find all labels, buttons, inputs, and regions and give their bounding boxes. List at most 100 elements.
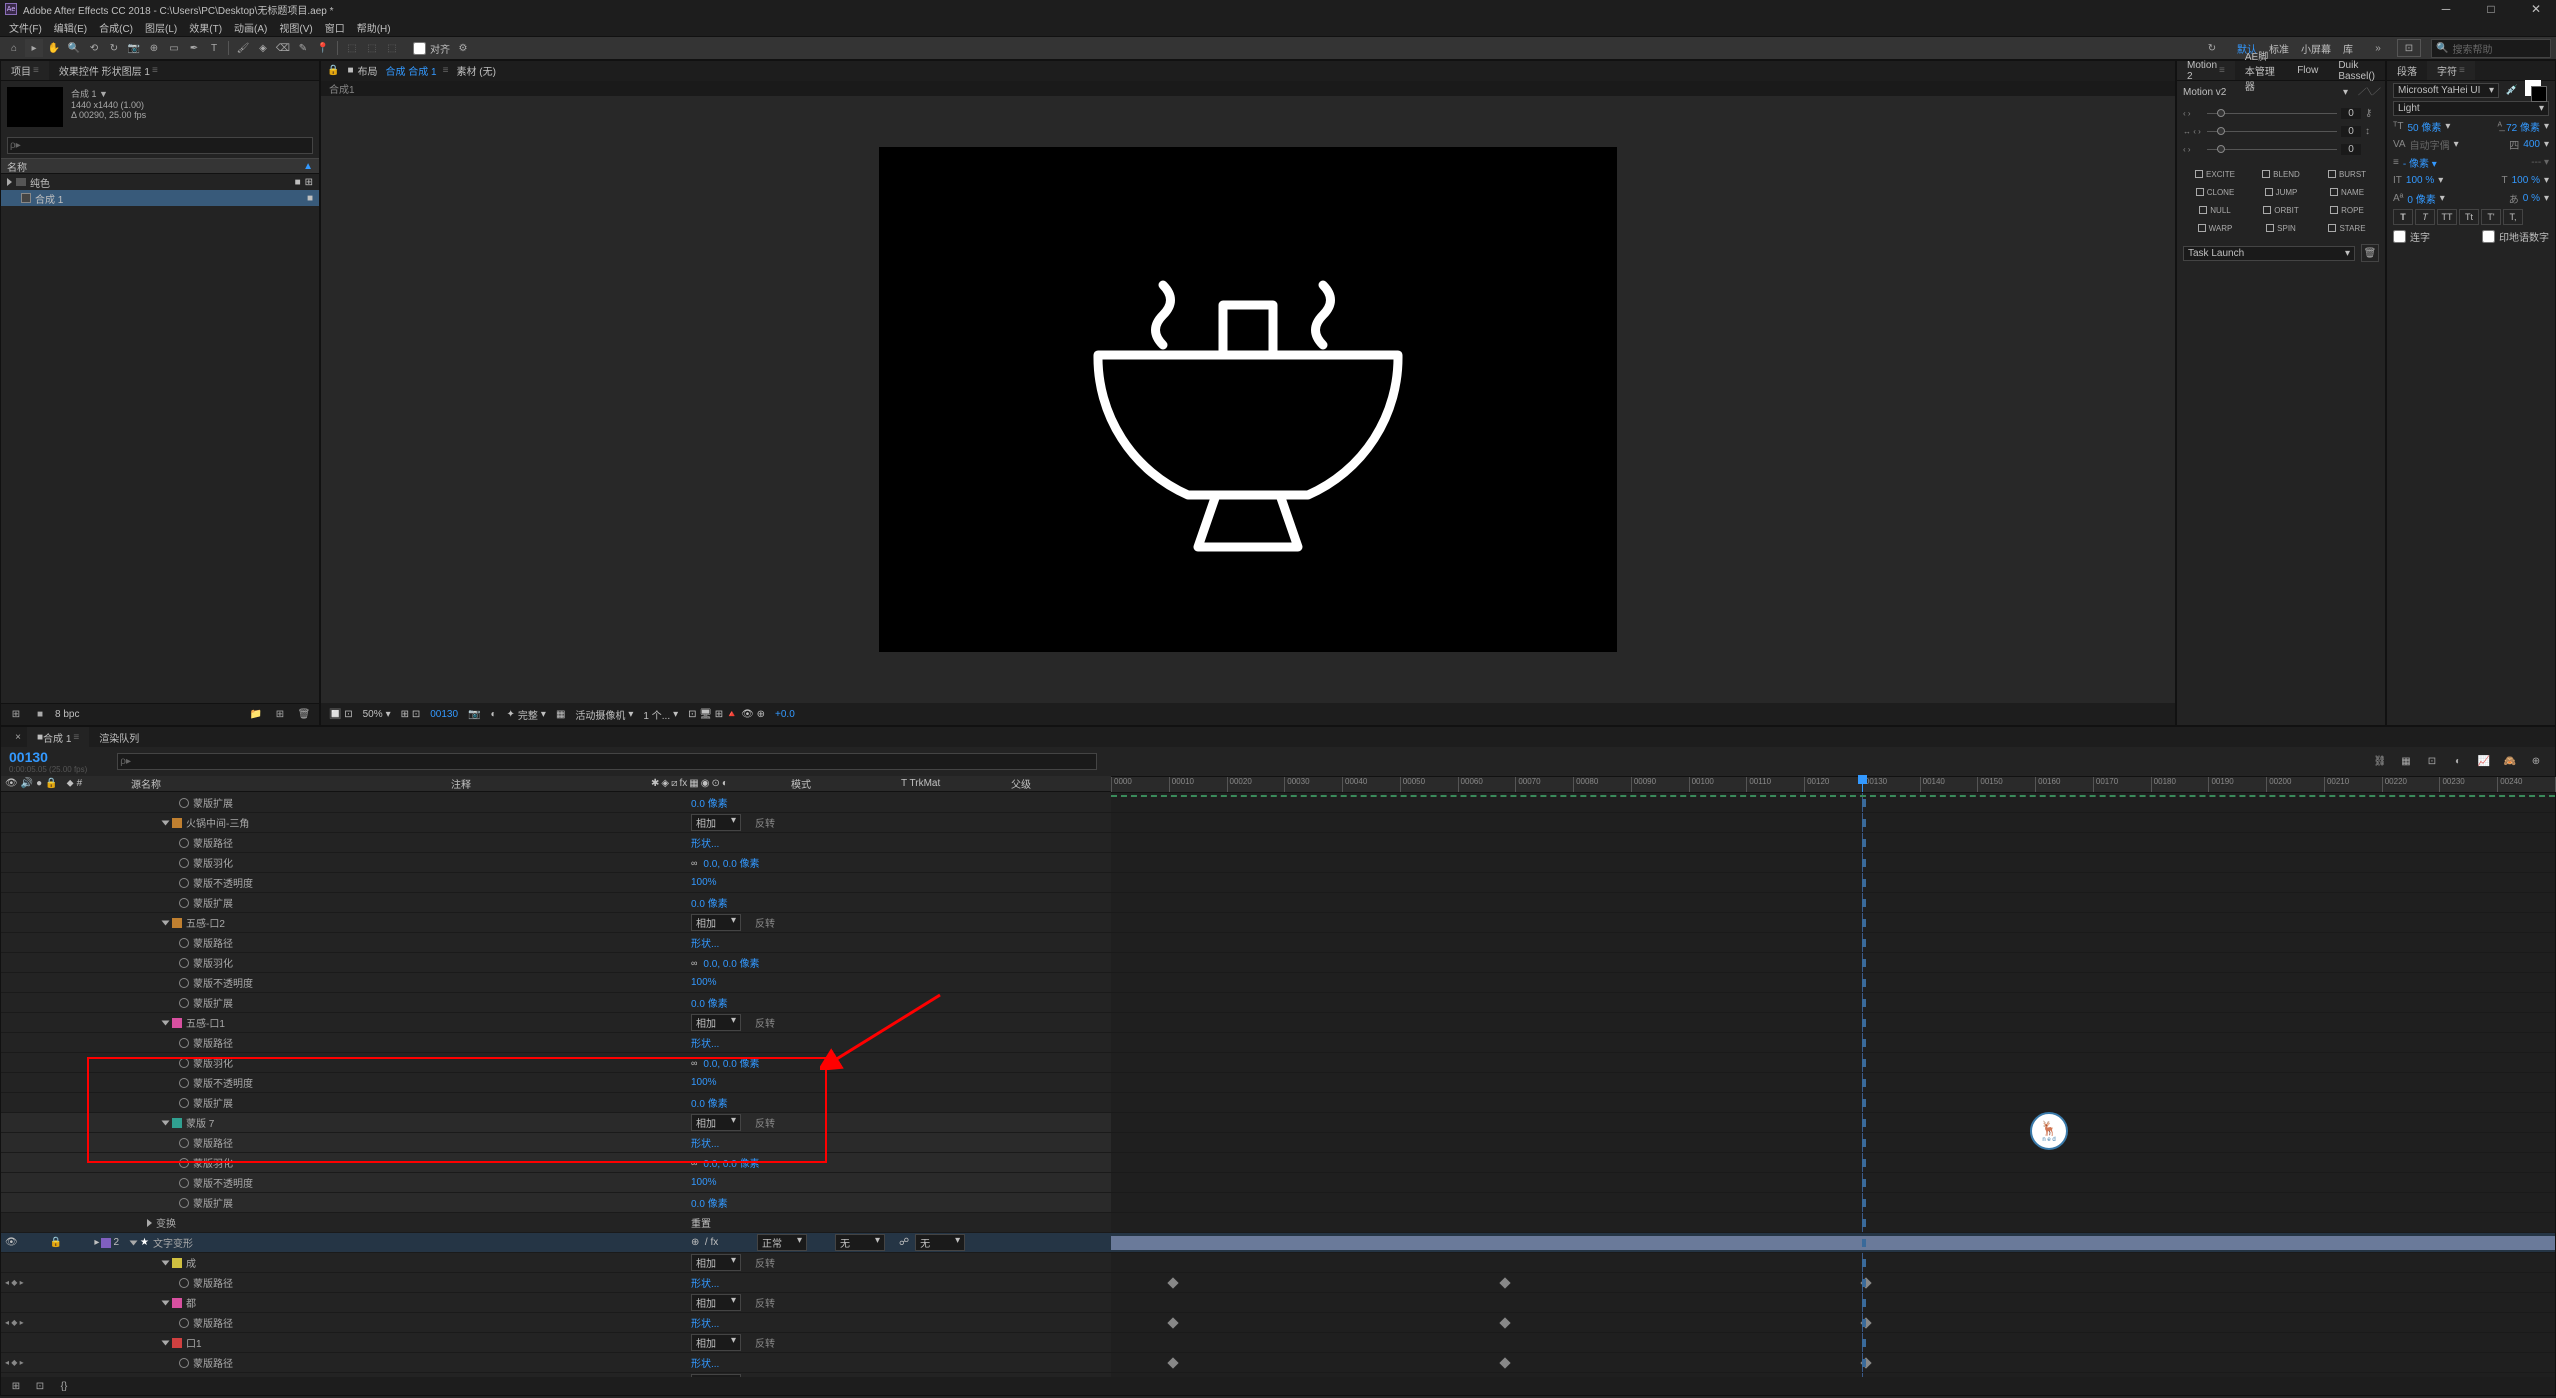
ligature-checkbox[interactable] (2393, 230, 2406, 243)
tab-comp-viewer[interactable]: 合成 合成 1 ≡ (386, 63, 449, 78)
track-row[interactable] (1111, 953, 2555, 973)
track-row[interactable] (1111, 913, 2555, 933)
property-value[interactable]: 形状... (691, 1135, 719, 1150)
camera-tool[interactable]: 📷 (125, 39, 143, 57)
faux-btn-1[interactable]: T (2415, 209, 2435, 225)
property-value[interactable]: 形状... (691, 1315, 719, 1330)
task-delete-icon[interactable]: 🗑 (2361, 244, 2379, 262)
snapshot-icon[interactable]: 📷 (468, 709, 480, 720)
mask-mode-dropdown[interactable]: 相加▾ (691, 914, 741, 931)
tab-ae脚本管理器[interactable]: AE脚本管理器 (2235, 61, 2287, 80)
faux-btn-3[interactable]: Tt (2459, 209, 2479, 225)
motion-orbit[interactable]: ORBIT (2249, 202, 2313, 218)
layer-row[interactable]: 👁🔒▸2★文字变形⊕ / fx正常▾无▾☍无▾ (1, 1233, 1111, 1253)
menu-帮助[interactable]: 帮助(H) (353, 20, 395, 35)
property-value[interactable]: 100% (691, 977, 717, 988)
quality-dropdown[interactable]: ✦ 完整 ▾ (507, 707, 546, 722)
motion-null[interactable]: NULL (2183, 202, 2247, 218)
property-value[interactable]: 0.0 像素 (691, 895, 728, 910)
track-row[interactable] (1111, 1293, 2555, 1313)
property-row[interactable]: 蒙版不透明度100% (1, 973, 1111, 993)
track-row[interactable] (1111, 1173, 2555, 1193)
graph-editor-icon[interactable]: 📈 (2475, 753, 2493, 771)
track-row[interactable] (1111, 873, 2555, 893)
stroke-swatch[interactable] (2531, 86, 2547, 102)
menu-视图[interactable]: 视图(V) (275, 20, 316, 35)
property-row[interactable]: ◂ ◆ ▸蒙版路径形状... (1, 1353, 1111, 1373)
track-row[interactable] (1111, 1133, 2555, 1153)
menu-窗口[interactable]: 窗口 (321, 20, 349, 35)
faux-btn-5[interactable]: T, (2503, 209, 2523, 225)
track-row[interactable] (1111, 933, 2555, 953)
property-row[interactable]: 蒙版扩展0.0 像素 (1, 1093, 1111, 1113)
new-folder-icon[interactable]: 📁 (247, 706, 265, 724)
draft3d-icon[interactable]: ▦ (2397, 753, 2415, 771)
track-row[interactable] (1111, 973, 2555, 993)
mask-row[interactable]: 蒙版 7相加▾反转 (1, 1113, 1111, 1133)
resolution-icon[interactable]: ⊞ ⊡ (401, 709, 421, 720)
keyframe[interactable] (1499, 1357, 1510, 1368)
motion-warp[interactable]: WARP (2183, 220, 2247, 236)
tab-motion-2[interactable]: Motion 2≡ (2177, 61, 2235, 80)
view-options[interactable]: ⊡ 🖥 ⊞ 🔺 👁 ⊕ (688, 709, 765, 720)
puppet-tool[interactable]: 📍 (314, 39, 332, 57)
hindi-checkbox[interactable] (2482, 230, 2495, 243)
property-row[interactable]: 蒙版路径形状... (1, 933, 1111, 953)
local-axis[interactable]: ⬚ (343, 39, 361, 57)
leading-value[interactable]: 72 像素 (2506, 119, 2540, 134)
motion-excite[interactable]: EXCITE (2183, 166, 2247, 182)
property-value[interactable]: 0.0 像素 (691, 1095, 728, 1110)
mask-mode-dropdown[interactable]: 相加▾ (691, 814, 741, 831)
property-row[interactable]: 变换重置 (1, 1213, 1111, 1233)
brush-tool[interactable]: 🖌 (234, 39, 252, 57)
track-row[interactable] (1111, 1233, 2555, 1253)
camera-dropdown[interactable]: 活动摄像机 ▾ (575, 707, 633, 722)
menu-合成[interactable]: 合成(C) (95, 20, 137, 35)
keyframe[interactable] (1499, 1317, 1510, 1328)
motion-slider-0[interactable] (2207, 113, 2337, 114)
property-row[interactable]: 蒙版羽化∞ 0.0, 0.0 像素 (1, 1153, 1111, 1173)
property-value[interactable]: 0.0 像素 (691, 795, 728, 810)
view-icon[interactable]: ▦ (556, 709, 565, 720)
interpret-footage-icon[interactable]: ⊞ (7, 706, 25, 724)
track-row[interactable] (1111, 1313, 2555, 1333)
snap-options-icon[interactable]: ⚙ (454, 39, 472, 57)
keyframe[interactable] (1167, 1357, 1178, 1368)
col-lock-icon[interactable]: 🔒 (45, 778, 57, 789)
tab-timeline-comp[interactable]: ■ 合成 1 ≡ (27, 727, 89, 747)
toggle-modes-icon[interactable]: ⊡ (31, 1377, 49, 1395)
new-comp-icon[interactable]: ⊞ (271, 706, 289, 724)
motion-value-1[interactable]: 0 (2341, 126, 2361, 137)
track-row[interactable] (1111, 1013, 2555, 1033)
timeline-search[interactable]: ρ▸ (117, 753, 1097, 770)
motion-slider-1[interactable] (2207, 131, 2337, 132)
task-launch-dropdown[interactable]: Task Launch▾ (2183, 246, 2355, 261)
sort-icon[interactable]: ▲ (303, 161, 313, 172)
track-row[interactable] (1111, 833, 2555, 853)
track-row[interactable] (1111, 1213, 2555, 1233)
property-row[interactable]: 蒙版扩展0.0 像素 (1, 793, 1111, 813)
keyframe[interactable] (1167, 1277, 1178, 1288)
col-name-header[interactable]: 名称 (7, 159, 27, 174)
property-value[interactable]: 0.0, 0.0 像素 (703, 955, 759, 970)
composition-canvas[interactable] (879, 147, 1617, 652)
property-row[interactable]: 蒙版扩展0.0 像素 (1, 893, 1111, 913)
type-tool[interactable]: T (205, 39, 223, 57)
faux-btn-4[interactable]: T' (2481, 209, 2501, 225)
tab-footage[interactable]: 素材 (无) (456, 63, 495, 78)
menu-图层[interactable]: 图层(L) (141, 20, 181, 35)
property-value[interactable]: 形状... (691, 835, 719, 850)
faux-btn-0[interactable]: T (2393, 209, 2413, 225)
property-row[interactable]: ◂ ◆ ▸蒙版路径形状... (1, 1273, 1111, 1293)
mask-mode-dropdown[interactable]: 相加▾ (691, 1334, 741, 1351)
magnification-icon[interactable]: 🔲 ⊡ (329, 709, 353, 720)
track-row[interactable] (1111, 1333, 2555, 1353)
track-row[interactable] (1111, 1373, 2555, 1377)
help-search[interactable]: 🔍 搜索帮助 (2431, 39, 2551, 58)
motion-name[interactable]: NAME (2315, 184, 2379, 200)
mask-mode-dropdown[interactable]: 相加▾ (691, 1114, 741, 1131)
menu-文件[interactable]: 文件(F) (5, 20, 46, 35)
track-row[interactable] (1111, 1193, 2555, 1213)
col-audio-icon[interactable]: 🔊 (21, 778, 33, 789)
track-row[interactable] (1111, 1273, 2555, 1293)
